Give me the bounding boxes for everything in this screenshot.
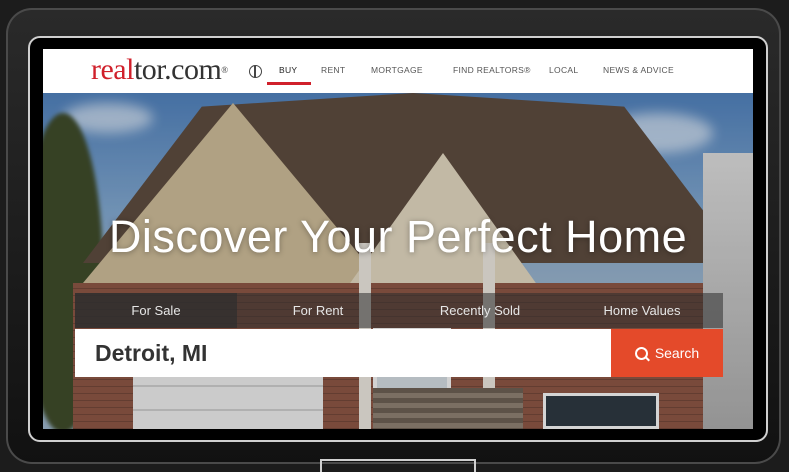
tab-for-sale[interactable]: For Sale bbox=[75, 293, 237, 328]
nav-local[interactable]: LOCAL bbox=[549, 65, 578, 75]
search-icon bbox=[634, 346, 648, 360]
nav-news-advice[interactable]: NEWS & ADVICE bbox=[603, 65, 674, 75]
logo-registered-mark: ® bbox=[221, 65, 228, 75]
tab-recently-sold[interactable]: Recently Sold bbox=[399, 293, 561, 328]
realtor-logo[interactable]: realtor.com® bbox=[91, 55, 228, 85]
globe-icon[interactable] bbox=[249, 65, 262, 78]
top-nav: realtor.com® BUY RENT MORTGAGE FIND REAL… bbox=[43, 49, 753, 93]
logo-part-dark: tor.com bbox=[133, 53, 222, 86]
location-search-input[interactable] bbox=[75, 329, 611, 377]
hero-title: Discover Your Perfect Home bbox=[108, 211, 688, 262]
search-button-label: Search bbox=[654, 345, 700, 361]
search-button[interactable]: Search bbox=[611, 329, 723, 377]
nav-find-realtors[interactable]: FIND REALTORS® bbox=[453, 65, 531, 75]
browser-screen: realtor.com® BUY RENT MORTGAGE FIND REAL… bbox=[43, 49, 753, 429]
nav-rent[interactable]: RENT bbox=[321, 65, 345, 75]
logo-part-red: real bbox=[91, 53, 134, 86]
search-tabs: For Sale For Rent Recently Sold Home Val… bbox=[75, 293, 723, 328]
nav-buy[interactable]: BUY bbox=[279, 65, 297, 75]
tab-for-rent[interactable]: For Rent bbox=[237, 293, 399, 328]
tab-home-values[interactable]: Home Values bbox=[561, 293, 723, 328]
device-stand bbox=[320, 459, 476, 472]
hero-section: Discover Your Perfect Home For Sale For … bbox=[43, 93, 753, 429]
nav-mortgage[interactable]: MORTGAGE bbox=[371, 65, 423, 75]
nav-active-indicator bbox=[267, 82, 311, 85]
